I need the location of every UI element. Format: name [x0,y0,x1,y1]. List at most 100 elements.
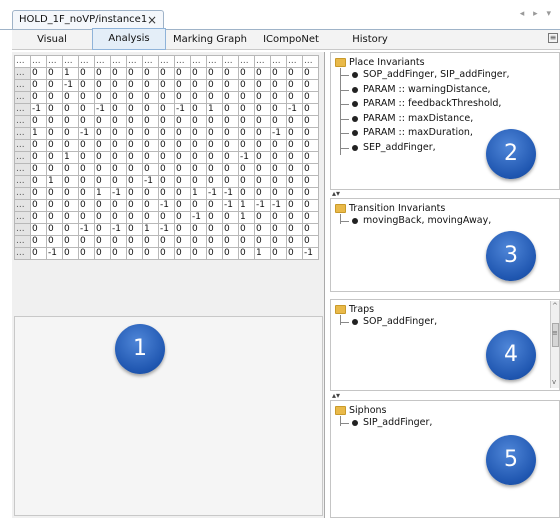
matrix-cell: 1 [94,187,111,200]
matrix-column-header[interactable]: ... [30,55,47,68]
matrix-column-header[interactable]: ... [62,55,79,68]
place-invariants-panel: Place Invariants SOP_addFinger, SIP_addF… [330,52,560,190]
matrix-column-header[interactable]: ... [46,55,63,68]
matrix-cell: -1 [110,223,127,236]
matrix-cell: 0 [286,91,303,104]
matrix-cell: 0 [238,79,255,92]
matrix-cell: 0 [190,139,207,152]
matrix-row-header[interactable]: ... [14,115,31,128]
matrix-column-header[interactable]: ... [286,55,303,68]
matrix-cell: 0 [30,115,47,128]
matrix-column-header[interactable]: ... [158,55,175,68]
tab-history[interactable]: History [332,30,408,50]
matrix-row-header[interactable]: ... [14,187,31,200]
matrix-column-header[interactable]: ... [254,55,271,68]
matrix-cell: 0 [62,187,79,200]
matrix-column-header[interactable]: ... [222,55,239,68]
transition-invariant-item[interactable]: movingBack, movingAway, [363,215,491,226]
matrix-cell: 0 [110,139,127,152]
matrix-cell: 0 [254,163,271,176]
matrix-row-header[interactable]: ... [14,127,31,140]
close-icon[interactable]: × [147,11,157,29]
matrix-column-header[interactable]: ... [94,55,111,68]
matrix-cell: 0 [158,151,175,164]
matrix-row-header[interactable]: ... [14,103,31,116]
place-invariant-item[interactable]: PARAM :: warningDistance, [363,84,491,95]
matrix-column-header[interactable]: ... [110,55,127,68]
matrix-row-header[interactable]: ... [14,211,31,224]
matrix-column-header[interactable]: ... [270,55,287,68]
tab-icomponet[interactable]: ICompoNet [256,30,326,50]
matrix-cell: 1 [238,199,255,212]
editor-tab-bar: HOLD_1F_noVP/instance1 × ◂ ▸ ▾ [0,0,560,30]
matrix-cell: 0 [30,163,47,176]
matrix-row-header[interactable]: ... [14,235,31,248]
matrix-cell: 0 [190,235,207,248]
matrix-column-header[interactable]: ... [126,55,143,68]
bullet-icon [352,420,358,426]
document-tab[interactable]: HOLD_1F_noVP/instance1 × [12,10,164,30]
matrix-row-header[interactable]: ... [14,91,31,104]
matrix-column-header[interactable]: ... [142,55,159,68]
matrix-cell: 0 [62,127,79,140]
matrix-row-header[interactable]: ... [14,163,31,176]
traps-scrollbar[interactable]: ^ ≡ v [550,301,559,388]
matrix-cell: 0 [190,247,207,260]
place-invariant-item[interactable]: PARAM :: maxDuration, [363,127,473,138]
splitter-icon[interactable]: ▴▾ [332,392,342,400]
tab-navigation-arrows-icon[interactable]: ◂ ▸ ▾ [520,9,554,19]
scroll-down-icon[interactable]: v [552,378,556,386]
matrix-cell: 0 [222,247,239,260]
place-invariant-item[interactable]: PARAM :: maxDistance, [363,113,473,124]
matrix-cell: 0 [110,103,127,116]
matrix-row-header[interactable]: ... [14,223,31,236]
matrix-row-header[interactable]: ... [14,175,31,188]
matrix-row-header[interactable]: ... [14,247,31,260]
scroll-up-icon[interactable]: ^ [552,302,558,310]
callout-badge-5: 5 [486,435,536,485]
matrix-cell: 0 [254,79,271,92]
tab-marking-graph[interactable]: Marking Graph [170,30,250,50]
traps-invariant-item[interactable]: SOP_addFinger, [363,316,437,327]
matrix-cell: 0 [190,127,207,140]
siphons-invariant-item[interactable]: SIP_addFinger, [363,417,432,428]
matrix-cell: 0 [174,67,191,80]
bullet-icon [352,86,358,93]
matrix-cell: 0 [238,139,255,152]
view-menu-icon[interactable]: ≡ [548,33,558,43]
matrix-column-header[interactable]: ... [174,55,191,68]
matrix-row-header[interactable]: ... [14,199,31,212]
matrix-column-header[interactable]: ... [14,55,31,68]
matrix-column-header[interactable]: ... [78,55,95,68]
matrix-row-header[interactable]: ... [14,139,31,152]
splitter-icon[interactable]: ▴▾ [332,190,342,198]
tab-analysis[interactable]: Analysis [92,28,166,50]
matrix-cell: 0 [78,163,95,176]
matrix-row-header[interactable]: ... [14,67,31,80]
matrix-cell: 0 [286,67,303,80]
place-invariant-item[interactable]: PARAM :: feedbackThreshold, [363,98,501,109]
bullet-icon [352,115,358,122]
matrix-cell: -1 [142,175,159,188]
matrix-column-header[interactable]: ... [206,55,223,68]
matrix-cell: 0 [238,163,255,176]
matrix-cell: -1 [254,199,271,212]
tab-visual[interactable]: Visual [12,30,92,50]
matrix-cell: 0 [270,247,287,260]
matrix-row-header[interactable]: ... [14,79,31,92]
matrix-column-header[interactable]: ... [238,55,255,68]
matrix-cell: 0 [254,115,271,128]
place-invariant-item[interactable]: SOP_addFinger, SIP_addFinger, [363,69,510,80]
matrix-cell: 0 [174,175,191,188]
matrix-row: ... 0 0 1 0 0 0 0 0 0 0 0 0 0 -1 0 0 0 0 [14,151,319,164]
matrix-cell: 0 [94,91,111,104]
matrix-row-header[interactable]: ... [14,151,31,164]
matrix-cell: 0 [238,175,255,188]
place-invariant-item[interactable]: SEP_addFinger, [363,142,436,153]
matrix-column-header[interactable]: ... [302,55,319,68]
matrix-cell: 0 [30,235,47,248]
matrix-column-header[interactable]: ... [190,55,207,68]
matrix-cell: 0 [30,139,47,152]
matrix-cell: -1 [286,103,303,116]
matrix-cell: 0 [286,247,303,260]
